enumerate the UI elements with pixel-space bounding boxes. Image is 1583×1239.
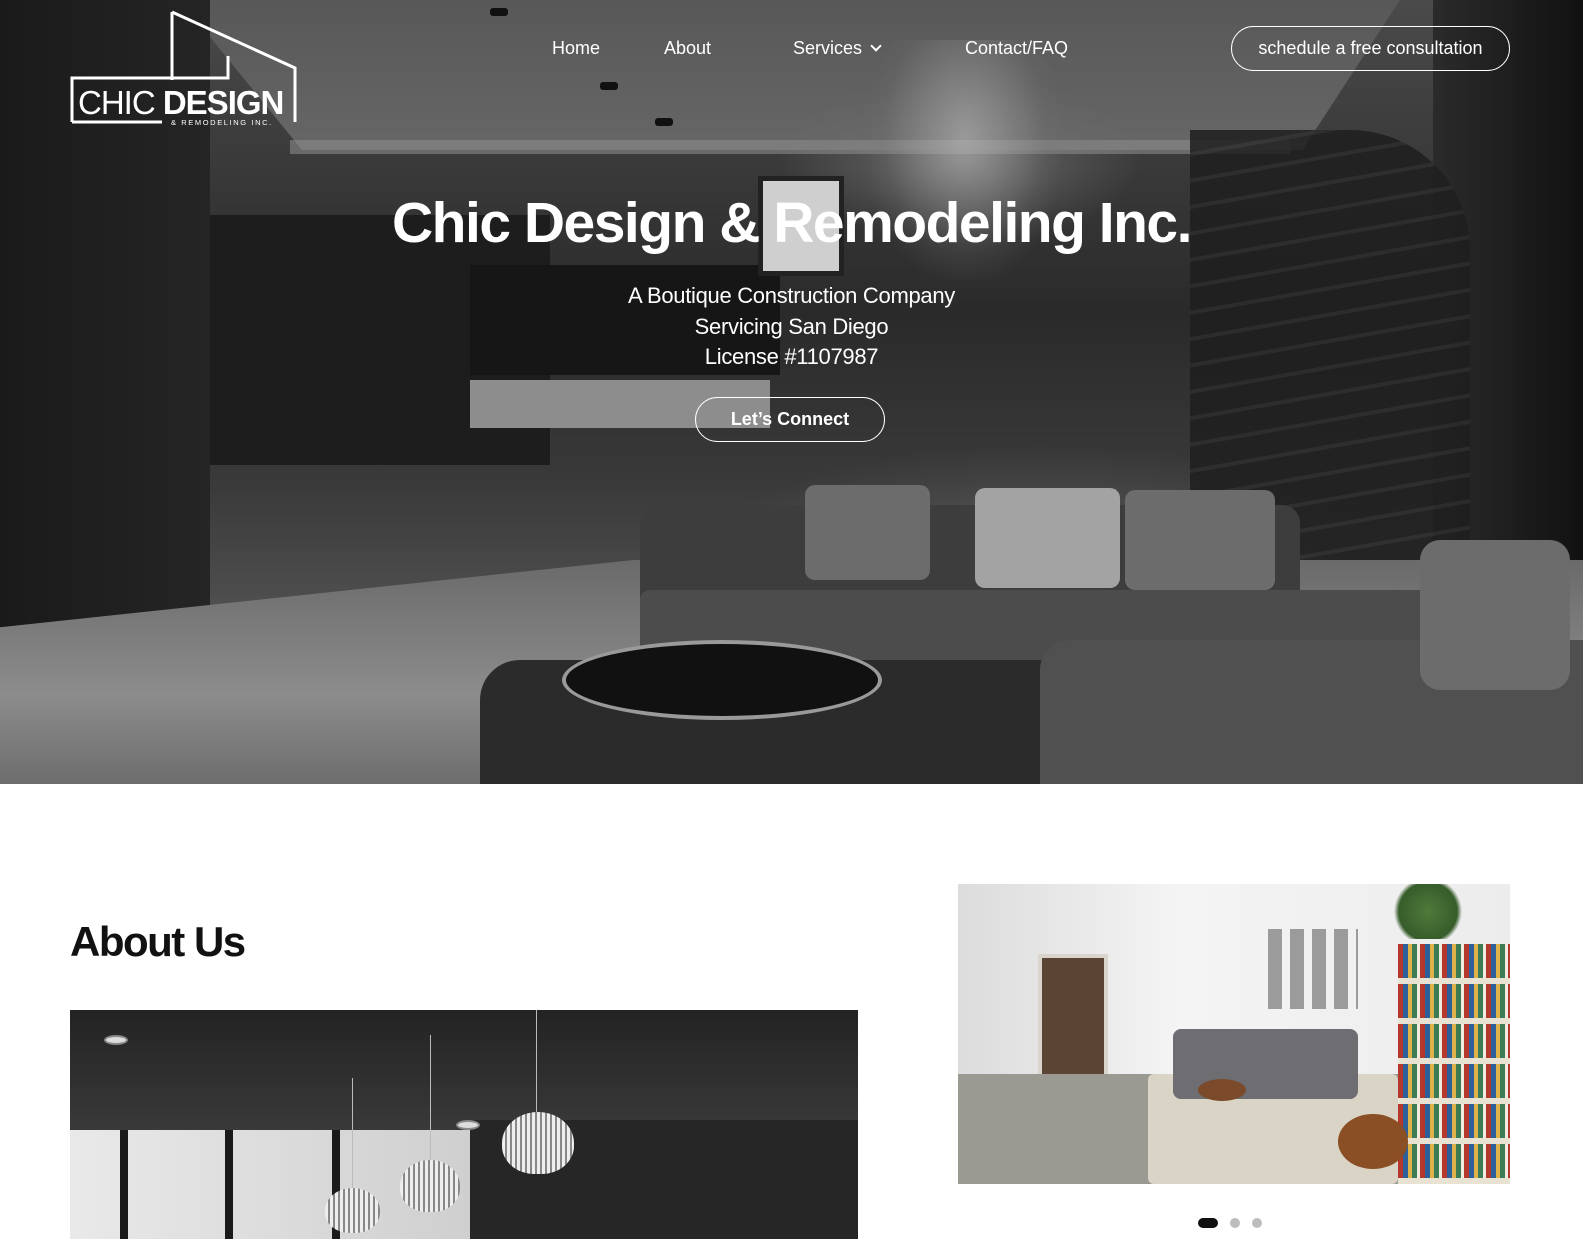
slider-dot-2[interactable] [1230,1218,1240,1228]
slide-bookshelf [1398,944,1510,1184]
nav-contact-faq[interactable]: Contact/FAQ [965,38,1068,59]
hero-pillow [1125,490,1275,590]
brand-logo[interactable]: CHIC DESIGN & REMODELING INC. [70,10,298,130]
logo-text-bold: DESIGN [162,84,285,121]
ceiling-spotlight [490,8,508,16]
about-image-cord [430,1035,431,1160]
about-image-pendant [400,1160,460,1212]
nav-services[interactable]: Services [793,38,882,59]
hero-title: Chic Design & Remodeling Inc. [392,191,1192,255]
hero-pillow [975,488,1120,588]
about-image [70,1010,858,1239]
ceiling-spotlight [655,118,673,126]
about-image-downlight [104,1035,128,1045]
slide-coffee-table [1198,1079,1246,1101]
chevron-down-icon [870,40,882,52]
slider-dot-1[interactable] [1198,1218,1218,1228]
about-image-downlight [456,1120,480,1130]
slider-dot-3[interactable] [1252,1218,1262,1228]
about-image-pendant [325,1188,380,1233]
hero-coffee-table [562,640,882,720]
hero-section: CHIC DESIGN & REMODELING INC. Home About… [0,0,1583,784]
slide-gallery-wall [1268,929,1358,1009]
logo-text-light: CHIC [78,84,156,121]
nav-services-label: Services [793,38,863,58]
about-image-cord [352,1078,353,1188]
hero-subtitle-line: A Boutique Construction Company [627,283,955,308]
about-image-mullion [120,1130,128,1239]
slider-pagination [1198,1218,1262,1228]
lets-connect-button[interactable]: Let’s Connect [695,397,885,442]
hero-ceiling [180,0,1400,150]
about-image-pendant [502,1112,574,1174]
schedule-consultation-button[interactable]: schedule a free consultation [1231,26,1510,71]
slide-plant [1388,884,1468,939]
slide-doorway [1038,954,1108,1084]
hero-subtitle-line: Servicing San Diego [694,314,889,339]
about-slider-image[interactable] [958,884,1510,1184]
about-image-mullion [225,1130,233,1239]
nav-about[interactable]: About [664,38,711,59]
about-heading: About Us [70,918,246,965]
ceiling-spotlight [600,82,618,90]
logo-tagline: & REMODELING INC. [171,118,273,127]
hero-pillow [1420,540,1570,690]
nav-home[interactable]: Home [552,38,600,59]
about-image-cord [536,1010,537,1112]
hero-license: License #1107987 [704,344,879,369]
hero-pillow [805,485,930,580]
hero-ceiling-trim [290,140,1290,154]
slide-ottoman [1338,1114,1408,1169]
